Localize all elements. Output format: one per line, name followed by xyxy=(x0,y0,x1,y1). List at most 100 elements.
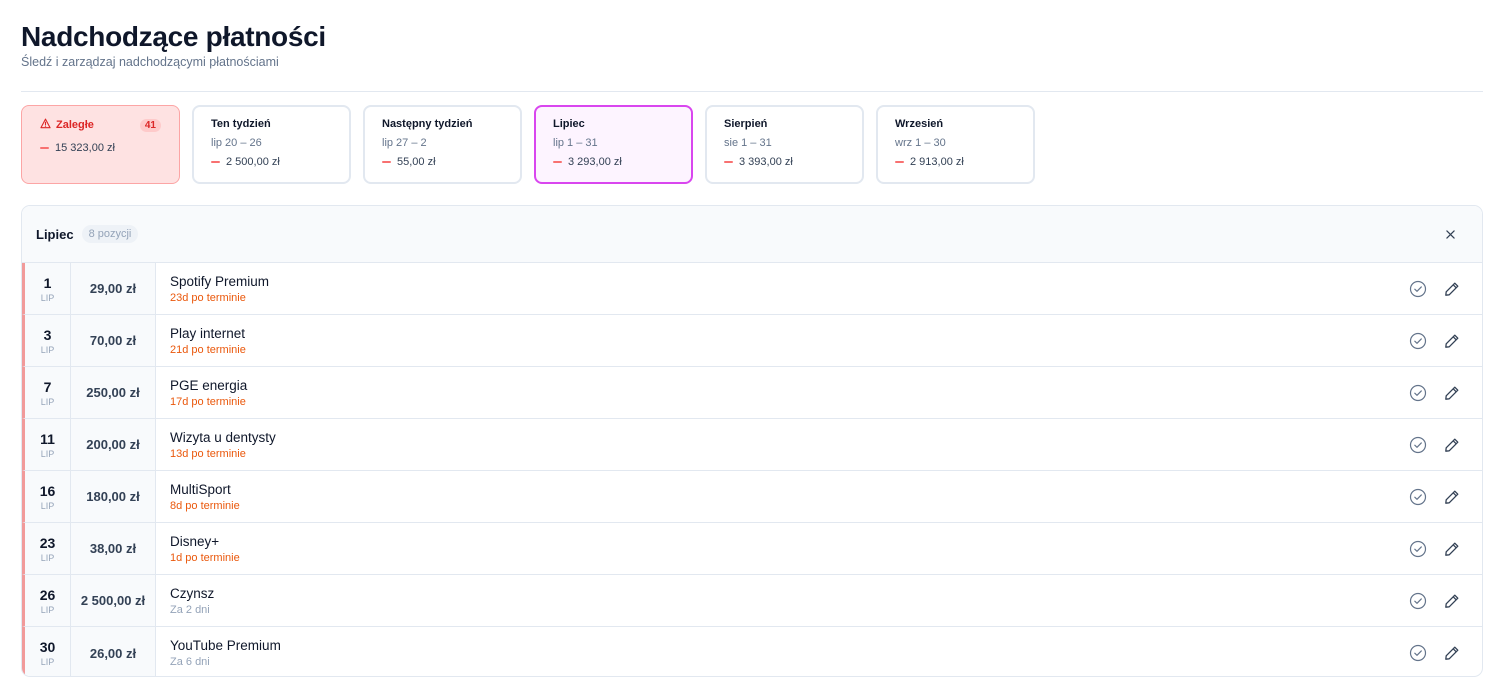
pencil-icon[interactable] xyxy=(1443,540,1461,558)
card-title: Lipiec xyxy=(553,118,585,130)
check-circle-icon[interactable] xyxy=(1409,332,1427,350)
due-date: 26 LIP xyxy=(25,575,71,626)
pencil-icon[interactable] xyxy=(1443,436,1461,454)
card-amount: 3 393,00 zł xyxy=(724,156,845,168)
period-card-overdue[interactable]: Zaległe 41 15 323,00 zł xyxy=(21,105,180,184)
card-title: Ten tydzień xyxy=(211,118,271,130)
panel-title: Lipiec xyxy=(36,226,74,242)
card-amount: 2 500,00 zł xyxy=(211,156,332,168)
close-icon[interactable] xyxy=(1442,226,1458,242)
pencil-icon[interactable] xyxy=(1443,332,1461,350)
due-month: LIP xyxy=(40,552,55,563)
payment-status: 23d po terminie xyxy=(170,291,246,304)
due-month: LIP xyxy=(40,657,55,667)
card-header: Wrzesień xyxy=(895,118,1016,130)
pencil-icon[interactable] xyxy=(1443,384,1461,402)
card-amount-value: 55,00 zł xyxy=(397,156,436,168)
due-date: 3 LIP xyxy=(25,315,71,366)
card-amount: 55,00 zł xyxy=(382,156,503,168)
payment-name: Wizyta u dentysty xyxy=(170,429,276,445)
payment-info: MultiSport 8d po terminie xyxy=(156,471,1409,522)
payment-name: Play internet xyxy=(170,325,246,341)
due-date: 16 LIP xyxy=(25,471,71,522)
due-month: LIP xyxy=(40,396,55,407)
card-amount: 2 913,00 zł xyxy=(895,156,1016,168)
payment-info: Spotify Premium 23d po terminie xyxy=(156,263,1409,314)
pencil-icon[interactable] xyxy=(1443,280,1461,298)
check-circle-icon[interactable] xyxy=(1409,488,1427,506)
due-date: 23 LIP xyxy=(25,523,71,574)
table-row: 7 LIP 250,00 zł PGE energia 17d po terminie xyxy=(22,367,1482,419)
card-title-text: Lipiec xyxy=(553,118,585,130)
period-card-5[interactable]: Wrzesień wrz 1 – 30 2 913,00 zł xyxy=(876,105,1035,184)
card-amount-value: 3 393,00 zł xyxy=(739,156,793,168)
card-amount-value: 2 913,00 zł xyxy=(910,156,964,168)
payment-amount: 70,00 zł xyxy=(71,315,156,366)
payment-amount: 2 500,00 zł xyxy=(71,575,156,626)
card-title-text: Sierpień xyxy=(724,118,768,130)
payments-panel: Lipiec 8 pozycji 1 LIP 29,00 zł Spotify Pre… xyxy=(21,205,1483,677)
table-row: 26 LIP 2 500,00 zł Czynsz Za 2 dni xyxy=(22,575,1482,627)
payment-status: 21d po terminie xyxy=(170,343,246,356)
period-card-2[interactable]: Następny tydzień lip 27 – 2 55,00 zł xyxy=(363,105,522,184)
row-actions xyxy=(1409,523,1482,574)
check-circle-icon[interactable] xyxy=(1409,644,1427,662)
period-card-4[interactable]: Sierpień sie 1 – 31 3 393,00 zł xyxy=(705,105,864,184)
pencil-icon[interactable] xyxy=(1443,644,1461,662)
row-actions xyxy=(1409,367,1482,418)
card-header: Ten tydzień xyxy=(211,118,332,130)
table-row: 1 LIP 29,00 zł Spotify Premium 23d po termin… xyxy=(22,263,1482,315)
minus-icon xyxy=(382,161,391,163)
panel-header: Lipiec 8 pozycji xyxy=(22,206,1482,263)
payment-amount: 26,00 zł xyxy=(71,627,156,676)
payment-status: 1d po terminie xyxy=(170,551,240,564)
row-actions xyxy=(1409,419,1482,470)
payment-info: Disney+ 1d po terminie xyxy=(156,523,1409,574)
pencil-icon[interactable] xyxy=(1443,488,1461,506)
due-day: 11 xyxy=(40,430,55,447)
due-month: LIP xyxy=(40,448,55,459)
header-divider xyxy=(21,91,1483,92)
due-date: 30 LIP xyxy=(25,627,71,676)
table-row: 11 LIP 200,00 zł Wizyta u dentysty 13d po te… xyxy=(22,419,1482,471)
pencil-icon[interactable] xyxy=(1443,592,1461,610)
due-date: 1 LIP xyxy=(25,263,71,314)
card-amount-value: 3 293,00 zł xyxy=(568,156,622,168)
payment-name: PGE energia xyxy=(170,377,248,393)
period-card-1[interactable]: Ten tydzień lip 20 – 26 2 500,00 zł xyxy=(192,105,351,184)
minus-icon xyxy=(553,161,562,163)
card-amount: 15 323,00 zł xyxy=(40,142,161,154)
payment-info: Play internet 21d po terminie xyxy=(156,315,1409,366)
due-date: 7 LIP xyxy=(25,367,71,418)
due-month: LIP xyxy=(40,500,55,511)
check-circle-icon[interactable] xyxy=(1409,436,1427,454)
row-actions xyxy=(1409,575,1482,626)
card-title-text: Ten tydzień xyxy=(211,118,271,130)
warning-triangle-icon xyxy=(40,118,51,132)
due-month: LIP xyxy=(40,344,55,355)
card-header: Zaległe 41 xyxy=(40,118,161,132)
table-row: 3 LIP 70,00 zł Play internet 21d po terminie xyxy=(22,315,1482,367)
overdue-count-badge: 41 xyxy=(139,118,161,132)
card-header: Następny tydzień xyxy=(382,118,503,130)
page-title: Nadchodzące płatności xyxy=(21,21,326,52)
check-circle-icon[interactable] xyxy=(1409,592,1427,610)
payment-name: Spotify Premium xyxy=(170,273,270,289)
card-amount-value: 2 500,00 zł xyxy=(226,156,280,168)
payment-status: 8d po terminie xyxy=(170,499,240,512)
payment-name: Disney+ xyxy=(170,533,220,549)
period-card-3[interactable]: Lipiec lip 1 – 31 3 293,00 zł xyxy=(534,105,693,184)
payment-amount: 180,00 zł xyxy=(71,471,156,522)
check-circle-icon[interactable] xyxy=(1409,384,1427,402)
card-title-text: Wrzesień xyxy=(895,118,944,130)
due-day: 7 xyxy=(43,378,52,395)
card-title-text: Następny tydzień xyxy=(382,118,473,130)
row-actions xyxy=(1409,471,1482,522)
check-circle-icon[interactable] xyxy=(1409,280,1427,298)
card-header: Lipiec xyxy=(553,118,674,130)
due-day: 16 xyxy=(39,482,56,499)
minus-icon xyxy=(211,161,220,163)
card-date-range: lip 1 – 31 xyxy=(553,137,598,149)
check-circle-icon[interactable] xyxy=(1409,540,1427,558)
card-date-range: lip 20 – 26 xyxy=(211,137,262,149)
